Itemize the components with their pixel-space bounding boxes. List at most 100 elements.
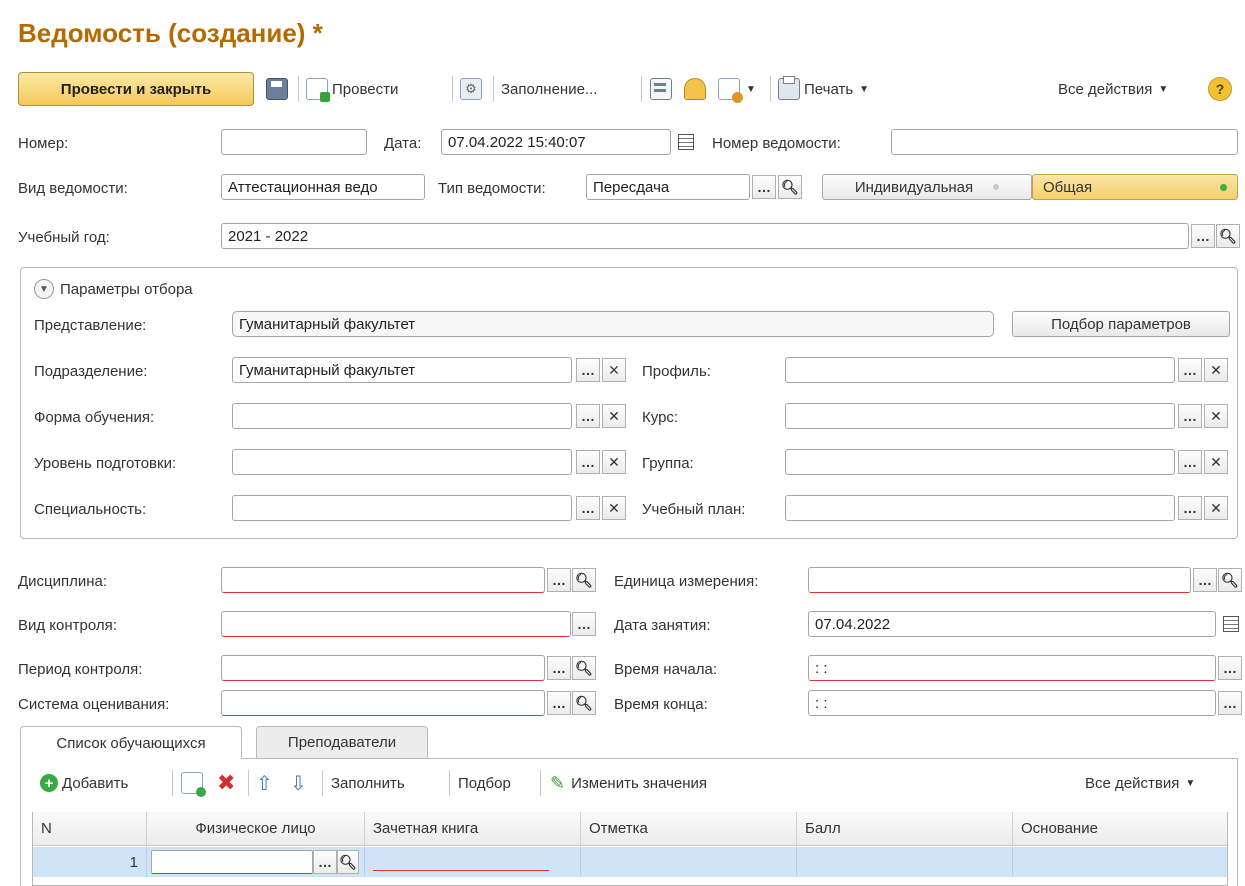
control-period-field[interactable] (221, 655, 545, 681)
level-field[interactable] (232, 449, 572, 475)
grading-field[interactable] (221, 690, 545, 716)
sheet-kind-field[interactable]: Аттестационная ведо (221, 174, 425, 200)
move-up-button[interactable]: ⇧ (256, 766, 273, 800)
search-icon[interactable]: 🔍︎ (572, 656, 596, 680)
select-button[interactable]: … (1178, 358, 1202, 382)
sheet-type-field[interactable]: Пересдача (586, 174, 750, 200)
select-button[interactable]: … (576, 496, 600, 520)
record-book-cell[interactable] (365, 847, 581, 877)
save-button[interactable] (266, 72, 288, 106)
discipline-field[interactable] (221, 567, 545, 593)
clear-icon[interactable]: ✕ (602, 496, 626, 520)
select-button[interactable]: … (576, 404, 600, 428)
tab-students[interactable]: Список обучающихся (20, 726, 242, 759)
department-field[interactable]: Гуманитарный факультет (232, 357, 572, 383)
search-icon[interactable]: 🔍︎ (572, 568, 596, 592)
record-book-input[interactable] (373, 854, 549, 871)
copy-row-button[interactable] (181, 766, 206, 800)
delete-row-button[interactable]: ✖ (217, 766, 235, 800)
clear-icon[interactable]: ✕ (602, 404, 626, 428)
select-button[interactable]: … (313, 850, 337, 874)
select-button[interactable]: … (576, 358, 600, 382)
specialty-field[interactable] (232, 495, 572, 521)
search-icon[interactable]: 🔍︎ (572, 691, 596, 715)
sheet-number-field[interactable] (891, 129, 1238, 155)
mode-general-option[interactable]: Общая (1032, 174, 1238, 200)
search-icon[interactable]: 🔍︎ (337, 850, 359, 874)
clear-icon[interactable]: ✕ (1204, 450, 1228, 474)
all-actions-menu[interactable]: Все действия ▼ (1058, 72, 1168, 106)
select-button[interactable]: … (1218, 691, 1242, 715)
score-cell[interactable] (797, 847, 1013, 877)
post-and-close-button[interactable]: Провести и закрыть (18, 72, 254, 106)
filter-group-toggle[interactable]: ▼ Параметры отбора (34, 279, 193, 299)
control-kind-field[interactable] (221, 611, 571, 637)
column-header-basis[interactable]: Основание (1013, 812, 1227, 846)
select-button[interactable]: … (547, 691, 571, 715)
column-header-n[interactable]: N (33, 812, 147, 846)
select-button[interactable]: … (572, 612, 596, 636)
search-icon[interactable]: 🔍︎ (1216, 224, 1240, 248)
mode-individual-option[interactable]: Индивидуальная (822, 174, 1032, 200)
select-button[interactable]: … (1193, 568, 1217, 592)
study-plan-field[interactable] (785, 495, 1175, 521)
mark-cell[interactable] (581, 847, 797, 877)
clear-icon[interactable]: ✕ (602, 450, 626, 474)
arrow-up-icon: ⇧ (256, 772, 273, 795)
end-time-field[interactable]: : : (808, 690, 1216, 716)
move-down-button[interactable]: ⇩ (290, 766, 307, 800)
pick-button[interactable]: Подбор (458, 766, 511, 800)
group-field[interactable] (785, 449, 1175, 475)
study-form-label: Форма обучения: (34, 409, 155, 426)
column-header-mark[interactable]: Отметка (581, 812, 797, 846)
print-button[interactable]: Печать ▼ (778, 72, 869, 106)
study-form-field[interactable] (232, 403, 572, 429)
unit-field[interactable] (808, 567, 1191, 593)
column-header-record-book[interactable]: Зачетная книга (365, 812, 581, 846)
search-icon[interactable]: 🔍︎ (1218, 568, 1242, 592)
select-button[interactable]: … (1178, 404, 1202, 428)
fill-button[interactable]: Заполнение... (501, 72, 597, 106)
table-all-actions-menu[interactable]: Все действия ▼ (1085, 766, 1195, 800)
clear-icon[interactable]: ✕ (602, 358, 626, 382)
select-button[interactable]: … (547, 656, 571, 680)
select-button[interactable]: … (1191, 224, 1215, 248)
column-header-score[interactable]: Балл (797, 812, 1013, 846)
change-values-button[interactable]: ✎ Изменить значения (550, 766, 707, 800)
date-field[interactable]: 07.04.2022 15:40:07 (441, 129, 671, 155)
chevron-down-icon: ▼ (1185, 777, 1196, 789)
pick-parameters-button[interactable]: Подбор параметров (1012, 311, 1230, 337)
select-button[interactable]: … (1218, 656, 1242, 680)
settings-button[interactable]: ⚙ (460, 72, 482, 106)
profile-field[interactable] (785, 357, 1175, 383)
post-button[interactable]: Провести (306, 72, 398, 106)
start-time-field[interactable]: : : (808, 655, 1216, 681)
fill-table-button[interactable]: Заполнить (331, 766, 405, 800)
structure-button[interactable] (650, 72, 672, 106)
select-button[interactable]: … (752, 175, 776, 199)
person-input[interactable] (151, 850, 313, 874)
all-actions-label: Все действия (1058, 80, 1153, 98)
select-button[interactable]: … (547, 568, 571, 592)
help-button[interactable]: ? (1208, 72, 1232, 106)
course-field[interactable] (785, 403, 1175, 429)
lesson-date-field[interactable]: 07.04.2022 (808, 611, 1216, 637)
add-button[interactable]: + Добавить (40, 766, 128, 800)
clear-icon[interactable]: ✕ (1204, 404, 1228, 428)
message-button[interactable] (684, 72, 706, 106)
calendar-icon[interactable] (1220, 613, 1242, 635)
create-based-button[interactable]: ▼ (718, 72, 756, 106)
clear-icon[interactable]: ✕ (1204, 496, 1228, 520)
select-button[interactable]: … (576, 450, 600, 474)
person-cell[interactable]: … 🔍︎ (147, 847, 365, 877)
select-button[interactable]: … (1178, 496, 1202, 520)
year-field[interactable]: 2021 - 2022 (221, 223, 1189, 249)
column-header-person[interactable]: Физическое лицо (147, 812, 365, 846)
calendar-icon[interactable] (675, 131, 697, 153)
clear-icon[interactable]: ✕ (1204, 358, 1228, 382)
number-field[interactable] (221, 129, 367, 155)
search-icon[interactable]: 🔍︎ (778, 175, 802, 199)
select-button[interactable]: … (1178, 450, 1202, 474)
tab-teachers[interactable]: Преподаватели (256, 726, 428, 758)
basis-cell[interactable] (1013, 847, 1227, 877)
